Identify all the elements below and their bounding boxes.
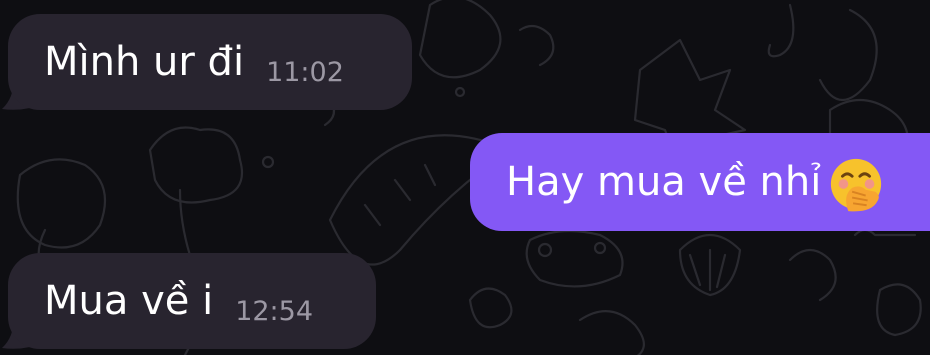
message-text: Mình ur đi xyxy=(44,39,245,85)
chat-view: Mình ur đi 11:02 Hay mua về nhỉ Mua về i… xyxy=(0,0,930,355)
face-with-hand-over-mouth-icon xyxy=(831,158,882,212)
message-timestamp: 11:02 xyxy=(266,56,344,88)
incoming-message[interactable]: Mình ur đi 11:02 xyxy=(8,14,412,110)
incoming-message[interactable]: Mua về i 12:54 xyxy=(8,253,376,349)
outgoing-message[interactable]: Hay mua về nhỉ xyxy=(470,133,930,231)
message-text: Mua về i xyxy=(44,278,214,324)
message-text: Hay mua về nhỉ xyxy=(506,159,822,205)
message-timestamp: 12:54 xyxy=(235,295,314,327)
